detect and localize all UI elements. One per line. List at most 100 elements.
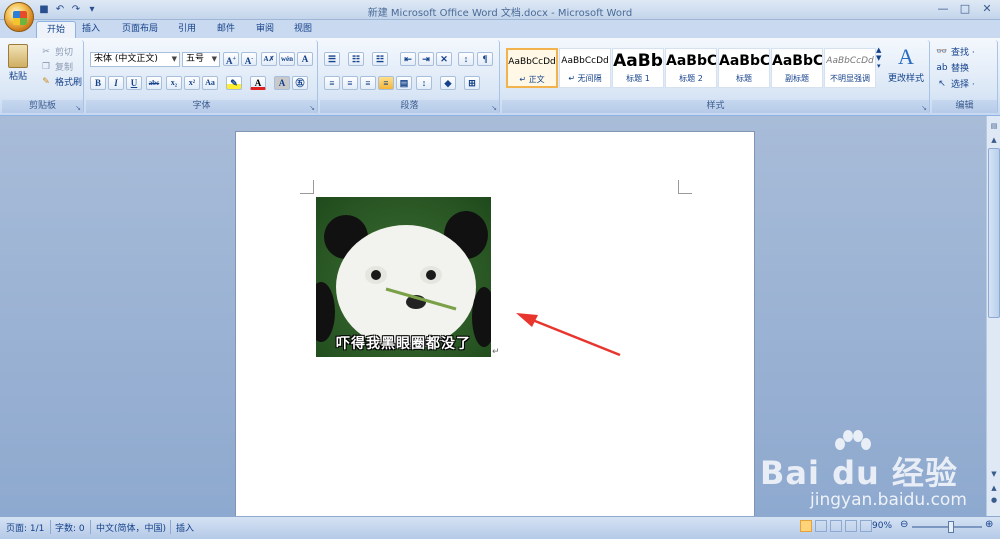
paste-label: 粘贴 (8, 72, 27, 82)
editing-group: 👓 查找 · ab 替换 ↖ 选择 · 编辑 (932, 40, 998, 114)
scroll-down-icon[interactable]: ▼ (876, 54, 881, 62)
change-case-button[interactable]: Aa (202, 76, 218, 90)
copy-icon: ❐ (41, 61, 51, 72)
char-shading-button[interactable]: A (274, 76, 290, 90)
show-marks-button[interactable]: ¶ (477, 52, 493, 66)
change-styles-button[interactable]: A 更改样式 (888, 44, 924, 84)
tab-page-layout[interactable]: 页面布局 (112, 21, 168, 38)
paste-button[interactable]: 粘贴 (8, 44, 28, 82)
char-border-button[interactable]: A (297, 52, 313, 66)
replace-button[interactable]: ab 替换 (936, 61, 969, 75)
bullets-button[interactable]: ☰ (324, 52, 340, 66)
word-count[interactable]: 字数: 0 (55, 521, 85, 534)
office-button[interactable] (4, 2, 34, 32)
scroll-up-icon[interactable]: ▲ (876, 46, 881, 54)
font-launcher-icon[interactable]: ↘ (309, 104, 315, 112)
print-layout-icon[interactable] (800, 520, 812, 532)
tab-mailings[interactable]: 邮件 (207, 21, 245, 38)
cut-button[interactable]: ✂ 剪切 (40, 45, 73, 59)
replace-icon: ab (936, 62, 948, 73)
styles-scroll[interactable]: ▲ ▼ ▾ (876, 46, 881, 70)
ribbon: 粘贴 ✂ 剪切 ❐ 复制 ✎ 格式刷 剪贴板 ↘ 宋体 (中文正文) ▼ 五号 … (0, 38, 1000, 116)
style-item-title[interactable]: AaBbC 标题 (718, 48, 770, 88)
decrease-indent-button[interactable]: ⇤ (400, 52, 416, 66)
style-item-subtitle[interactable]: AaBbC 副标题 (771, 48, 823, 88)
language-indicator[interactable]: 中文(简体，中国) (96, 521, 166, 534)
styles-launcher-icon[interactable]: ↘ (921, 104, 927, 112)
maximize-icon[interactable]: □ (958, 2, 972, 16)
format-painter-button[interactable]: ✎ 格式刷 (40, 75, 82, 89)
clear-format-button[interactable]: A✗ (261, 52, 277, 66)
font-group: 宋体 (中文正文) ▼ 五号 ▼ A+ A- A✗ wén A B I U ab… (86, 40, 318, 114)
justify-button[interactable]: ≡ (378, 76, 394, 90)
ruler-toggle-icon[interactable]: ▤ (988, 120, 1000, 132)
style-item-heading-1[interactable]: AaBb 标题 1 (612, 48, 664, 88)
inserted-image[interactable]: 吓得我黑眼圈都没了 (316, 197, 491, 357)
font-name-select[interactable]: 宋体 (中文正文) ▼ (90, 52, 180, 67)
tab-insert[interactable]: 插入 (72, 21, 110, 38)
style-item-no-spacing[interactable]: AaBbCcDd ↵ 无间隔 (559, 48, 611, 88)
outline-icon[interactable] (845, 520, 857, 532)
paragraph-launcher-icon[interactable]: ↘ (491, 104, 497, 112)
style-sample: AaBbC (772, 53, 822, 69)
tab-review[interactable]: 审阅 (246, 21, 284, 38)
zoom-out-icon[interactable]: ⊖ (900, 519, 908, 530)
increase-indent-button[interactable]: ⇥ (418, 52, 434, 66)
chinese-layout-button[interactable]: ✕ (436, 52, 452, 66)
style-item-normal[interactable]: AaBbCcDd ↵ 正文 (506, 48, 558, 88)
distributed-button[interactable]: ▤ (396, 76, 412, 90)
select-button[interactable]: ↖ 选择 · (936, 77, 975, 91)
zoom-slider-knob[interactable] (948, 521, 954, 533)
line-spacing-button[interactable]: ↕ (416, 76, 432, 90)
document-page[interactable]: 吓得我黑眼圈都没了 ↵ (235, 131, 755, 521)
highlight-button[interactable]: ✎ (226, 76, 242, 90)
clipboard-launcher-icon[interactable]: ↘ (75, 104, 81, 112)
more-styles-icon[interactable]: ▾ (877, 62, 881, 70)
superscript-button[interactable]: x² (184, 76, 200, 90)
copy-button[interactable]: ❐ 复制 (40, 60, 73, 74)
shrink-font-button[interactable]: A- (241, 52, 257, 66)
strikethrough-button[interactable]: abc (146, 76, 162, 90)
minimize-icon[interactable]: — (936, 2, 950, 16)
phonetic-guide-button[interactable]: wén (279, 52, 295, 66)
insert-mode[interactable]: 插入 (176, 521, 194, 534)
zoom-level[interactable]: 90% (872, 521, 892, 531)
find-button[interactable]: 👓 查找 · (936, 45, 974, 59)
close-icon[interactable]: ✕ (980, 2, 994, 16)
style-sample: AaBbCcDd (561, 56, 609, 66)
styles-group-label: 样式 (502, 100, 929, 113)
bold-button[interactable]: B (90, 76, 106, 90)
underline-button[interactable]: U (126, 76, 142, 90)
style-name: ↵ 正文 (519, 75, 545, 84)
shading-button[interactable]: ◆ (440, 76, 456, 90)
sort-button[interactable]: ↕ (458, 52, 474, 66)
zoom-slider[interactable] (912, 521, 982, 533)
tab-references[interactable]: 引用 (168, 21, 206, 38)
style-item-subtle-emphasis[interactable]: AaBbCcDd 不明显强调 (824, 48, 876, 88)
enclose-char-button[interactable]: ㊄ (292, 76, 308, 90)
font-size-select[interactable]: 五号 ▼ (182, 52, 220, 67)
full-screen-reading-icon[interactable] (815, 520, 827, 532)
tab-view[interactable]: 视图 (284, 21, 322, 38)
paste-icon (8, 44, 28, 68)
numbering-button[interactable]: ☷ (348, 52, 364, 66)
tab-home[interactable]: 开始 (36, 21, 77, 38)
style-item-heading-2[interactable]: AaBbC 标题 2 (665, 48, 717, 88)
web-layout-icon[interactable] (830, 520, 842, 532)
multilevel-list-button[interactable]: ☳ (372, 52, 388, 66)
style-name: ↵ 无间隔 (568, 74, 602, 83)
align-center-button[interactable]: ≡ (342, 76, 358, 90)
scroll-up-icon[interactable]: ▲ (988, 134, 1000, 146)
align-left-button[interactable]: ≡ (324, 76, 340, 90)
italic-button[interactable]: I (108, 76, 124, 90)
grow-font-button[interactable]: A+ (223, 52, 239, 66)
align-right-button[interactable]: ≡ (360, 76, 376, 90)
font-color-button[interactable]: A (250, 76, 266, 90)
subscript-button[interactable]: x₂ (166, 76, 182, 90)
zoom-in-icon[interactable]: ⊕ (985, 519, 993, 530)
draft-icon[interactable] (860, 520, 872, 532)
borders-button[interactable]: ⊞ (464, 76, 480, 90)
scroll-thumb[interactable] (988, 148, 1000, 318)
watermark-brand: Bai du 经验 (760, 454, 958, 492)
page-count[interactable]: 页面: 1/1 (6, 521, 44, 534)
